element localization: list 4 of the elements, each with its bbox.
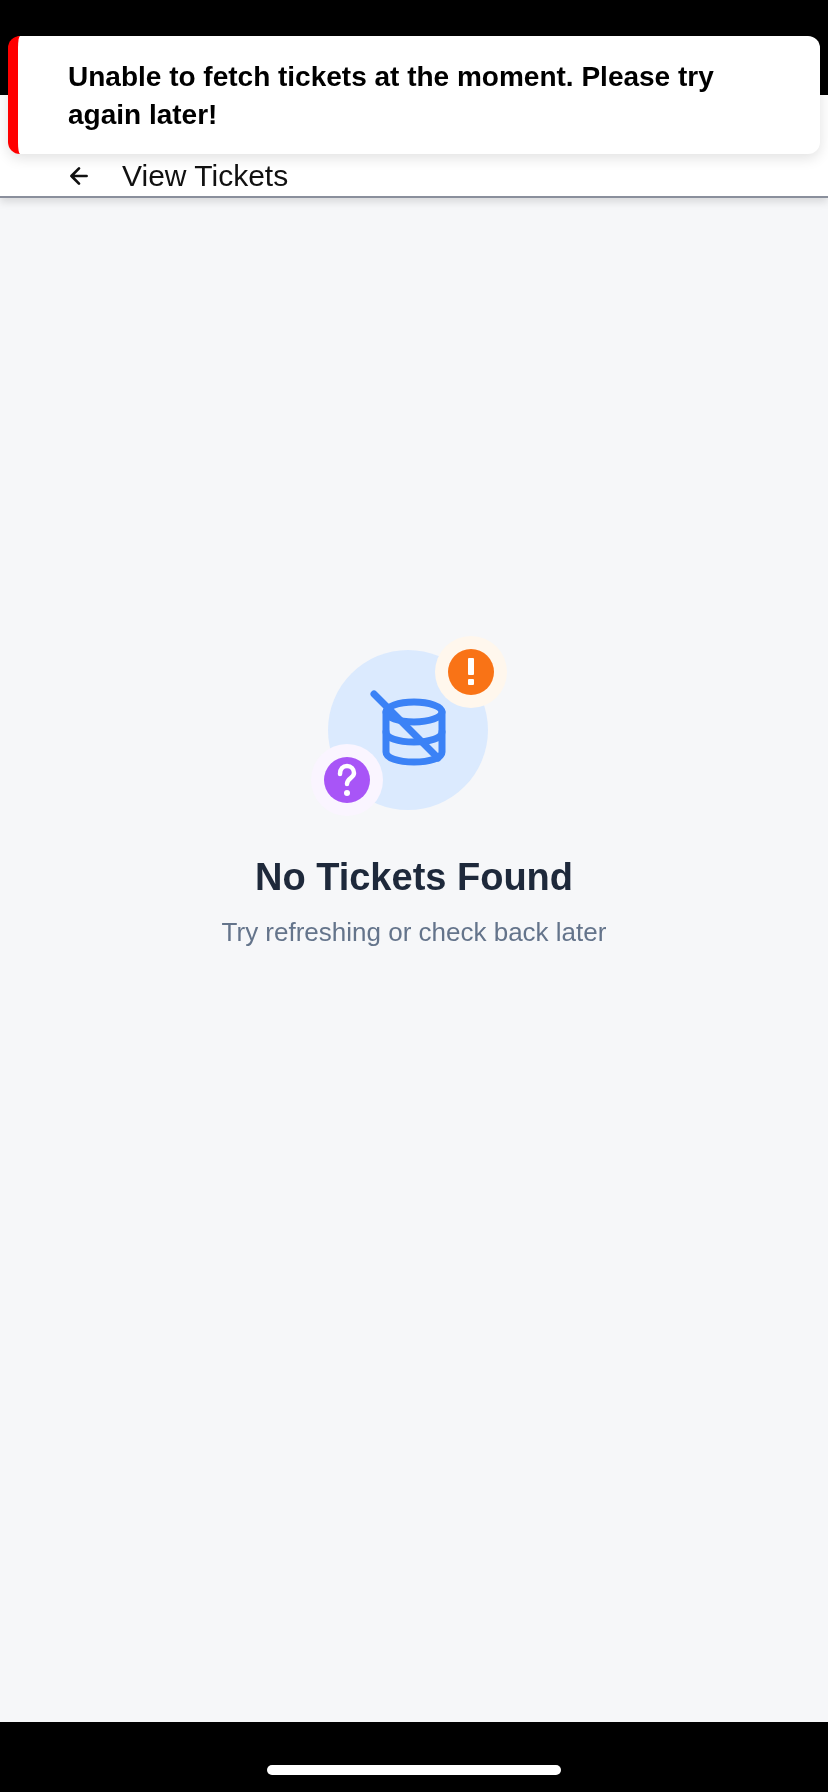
empty-state-title: No Tickets Found — [254, 856, 574, 899]
empty-state-subtitle: Try refreshing or check back later — [221, 917, 607, 948]
toast-message: Unable to fetch tickets at the moment. Please try again later! — [68, 60, 715, 132]
page-title: View Tickets — [122, 159, 289, 193]
